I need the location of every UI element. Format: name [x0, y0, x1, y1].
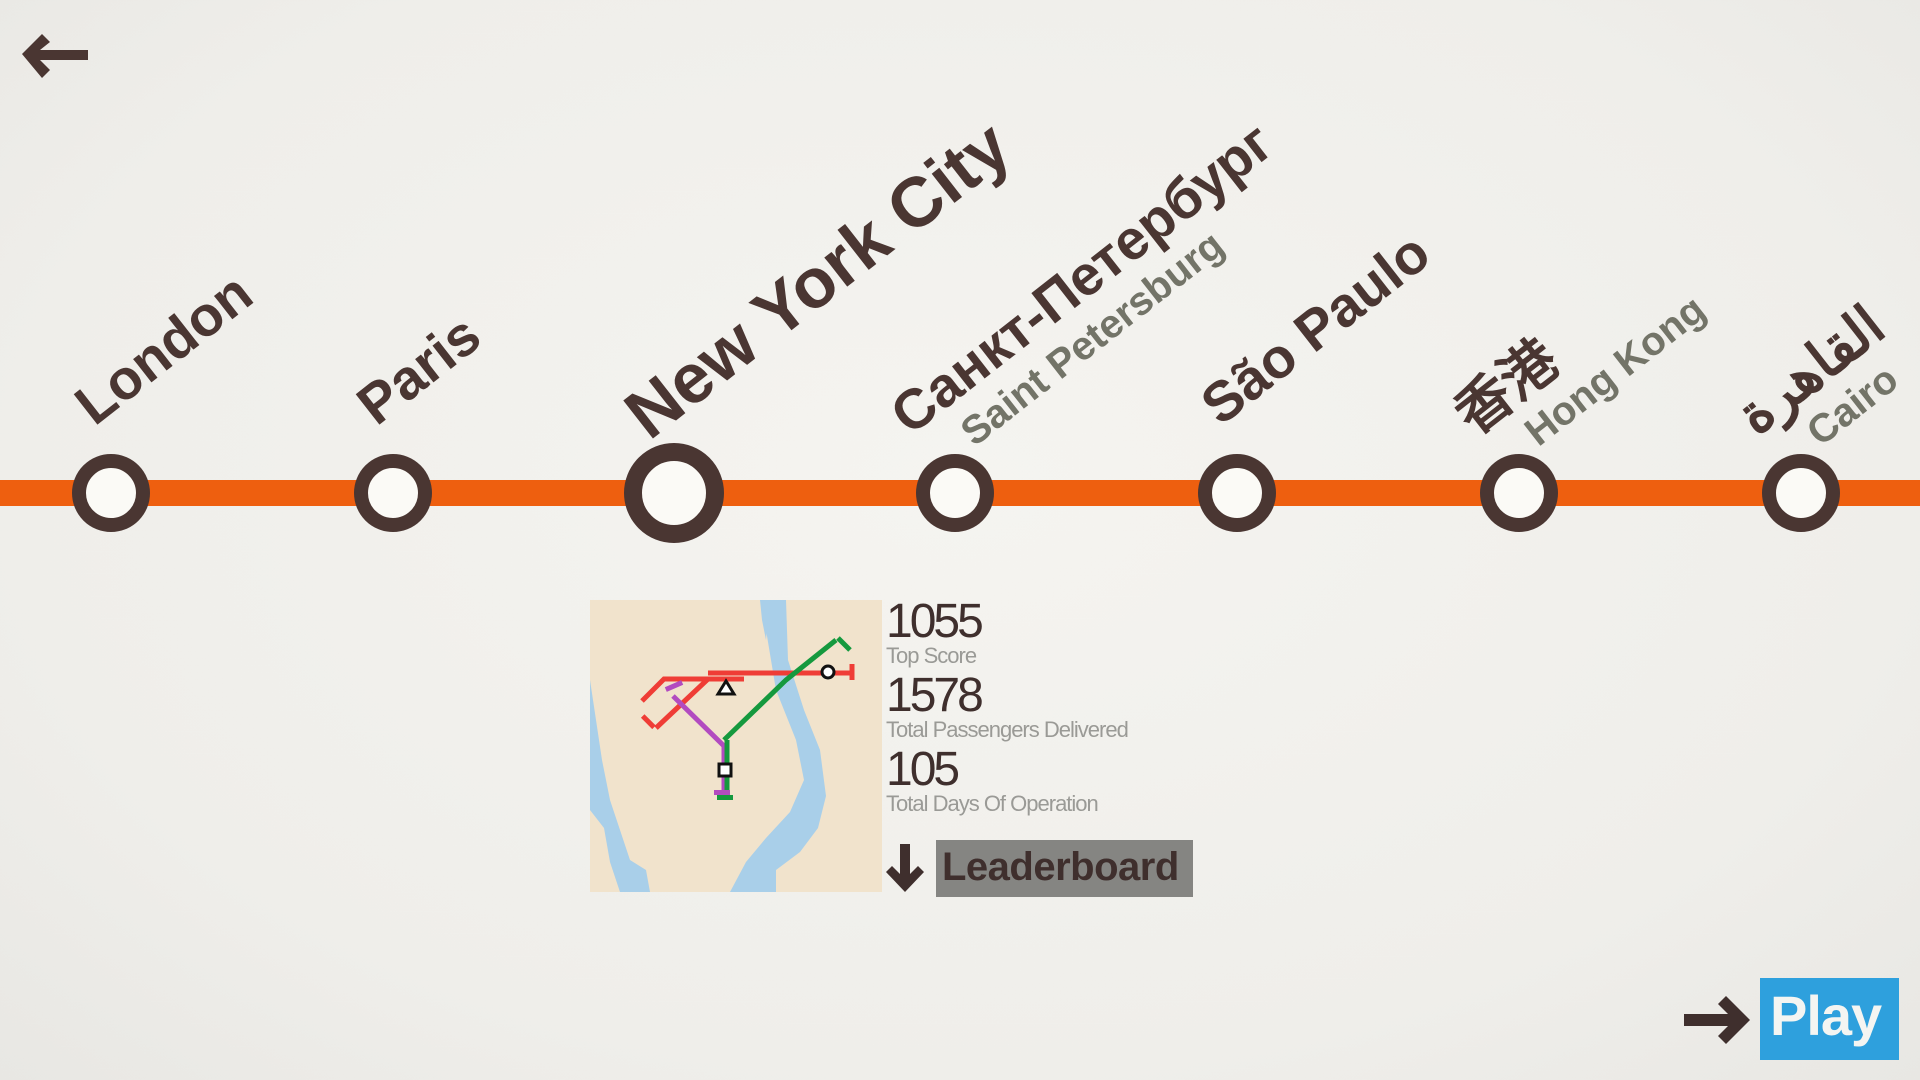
stat-label: Top Score	[886, 643, 977, 668]
station-new-york-city[interactable]	[624, 443, 724, 543]
arrow-right-icon	[1684, 996, 1750, 1044]
leaderboard-label: Leaderboard	[936, 840, 1193, 897]
city-label-cairo[interactable]: القاهرة Cairo	[1725, 293, 1920, 480]
city-stats: 1055 Top Score 1578 Total Passengers Del…	[886, 595, 1129, 822]
stat-total-passengers: 1578 Total Passengers Delivered	[886, 669, 1129, 742]
stat-value: 1578	[886, 669, 984, 722]
station-paris[interactable]	[354, 454, 432, 532]
arrow-left-icon	[22, 34, 88, 78]
station-sao-paulo[interactable]	[1198, 454, 1276, 532]
city-label-london[interactable]: London	[63, 260, 264, 436]
arrow-down-icon	[886, 843, 924, 892]
station-london[interactable]	[72, 454, 150, 532]
stat-label: Total Days Of Operation	[886, 791, 1099, 816]
city-label-hong-kong[interactable]: 香港 Hong Kong	[1443, 240, 1714, 480]
city-name: Paris	[345, 302, 492, 437]
play-button[interactable]: Play	[1684, 978, 1900, 1060]
stat-total-days: 105 Total Days Of Operation	[886, 743, 1128, 816]
city-name: London	[63, 260, 264, 437]
city-label-paris[interactable]: Paris	[345, 302, 492, 436]
stat-value: 105	[886, 743, 960, 796]
stat-value: 1055	[886, 595, 984, 648]
new-york-map-icon	[590, 600, 882, 892]
stat-top-score: 1055 Top Score	[886, 595, 1128, 668]
play-label: Play	[1760, 978, 1900, 1060]
leaderboard-button[interactable]: Leaderboard	[886, 840, 1193, 897]
back-button[interactable]	[18, 28, 90, 84]
stat-label: Total Passengers Delivered	[886, 717, 1129, 742]
